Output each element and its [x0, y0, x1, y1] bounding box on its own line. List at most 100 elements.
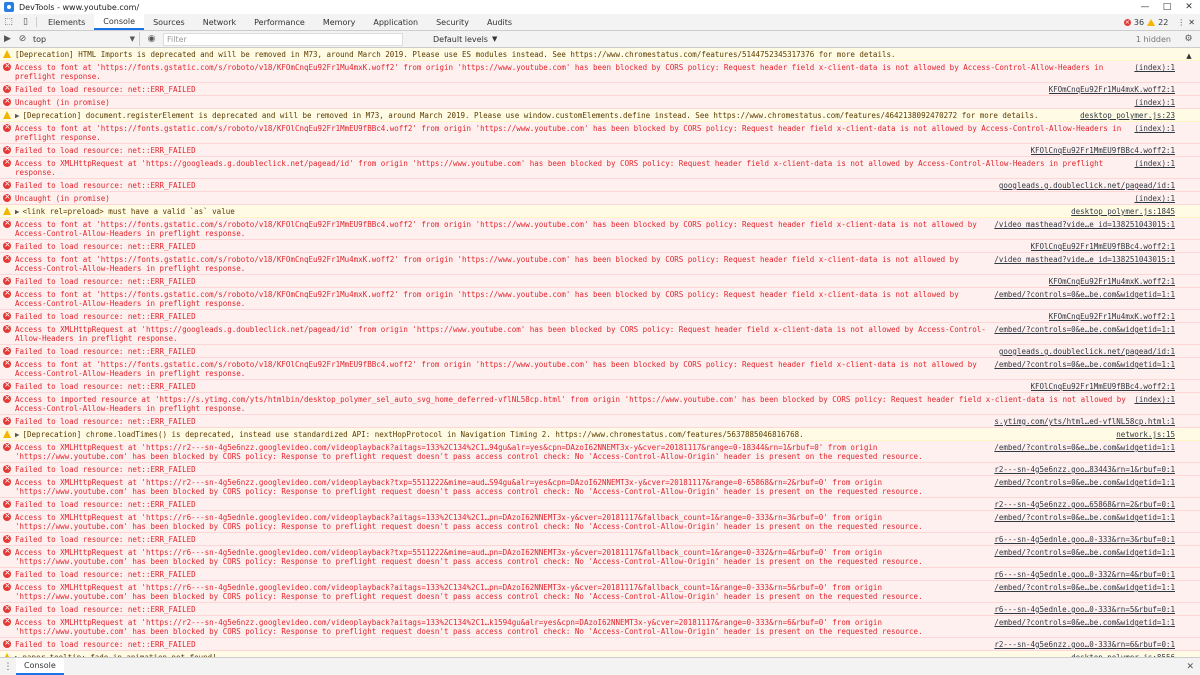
maximize-icon[interactable]: □ [1156, 0, 1178, 14]
tab-console[interactable]: Console [94, 14, 145, 30]
source-link[interactable]: /embed/?controls=0&e…be.com&widgetid=1:1 [994, 360, 1175, 369]
console-messages[interactable]: [Deprecation] HTML Imports is deprecated… [0, 48, 1200, 657]
source-link[interactable]: /video_masthead?vide…e_id=138251043015:1 [994, 220, 1175, 229]
source-link[interactable]: s.ytimg.com/yts/html…ed-vflNL58cp.html:1 [994, 417, 1175, 426]
log-levels-dropdown[interactable]: Default levels ▼ [433, 35, 497, 44]
message-text: Access to font at 'https://fonts.gstatic… [15, 63, 1104, 81]
filter-input[interactable] [163, 32, 403, 46]
message-text: Failed to load resource: net::ERR_FAILED [15, 535, 196, 544]
source-link[interactable]: /embed/?controls=0&e…be.com&widgetid=1:1 [994, 548, 1175, 557]
source-link[interactable]: KFOlCnqEu92Fr1MmEU9fBBc4.woff2:1 [1031, 146, 1176, 155]
tab-elements[interactable]: Elements [39, 14, 94, 30]
source-link[interactable]: KFOlCnqEu92Fr1MmEU9fBBc4.woff2:1 [1031, 242, 1176, 251]
source-link[interactable]: KFOmCnqEu92Fr1Mu4mxK.woff2:1 [1049, 277, 1175, 286]
device-toolbar-icon[interactable]: ▯ [17, 14, 34, 30]
console-message: Failed to load resource: net::ERR_FAILED… [0, 83, 1200, 96]
error-icon [3, 603, 11, 613]
source-link[interactable]: (index):1 [1134, 63, 1175, 72]
chevron-down-icon: ▼ [129, 35, 135, 43]
minimize-icon[interactable]: — [1134, 0, 1156, 14]
message-text: Failed to load resource: net::ERR_FAILED [15, 417, 196, 426]
source-link[interactable]: KFOmCnqEu92Fr1Mu4mxK.woff2:1 [1049, 312, 1175, 321]
source-link[interactable]: /embed/?controls=0&e…be.com&widgetid=1:1 [994, 325, 1175, 334]
more-options-icon[interactable]: ⋮ [1177, 18, 1185, 27]
source-link[interactable]: KFOmCnqEu92Fr1Mu4mxK.woff2:1 [1049, 85, 1175, 94]
close-drawer-icon[interactable]: ✕ [1186, 662, 1194, 672]
source-link[interactable]: (index):1 [1134, 194, 1175, 203]
show-sidebar-icon[interactable]: ▶ [0, 32, 15, 47]
settings-gear-icon[interactable]: ⚙ [1181, 32, 1196, 47]
source-link[interactable]: r2---sn-4g5e6nzz.goo…83443&rn=1&rbuf=0:1 [994, 465, 1175, 474]
source-link[interactable]: /video_masthead?vide…e_id=138251043015:1 [994, 255, 1175, 264]
tab-memory[interactable]: Memory [314, 14, 365, 30]
source-link[interactable]: r2---sn-4g5e6nzz.goo…0-333&rn=6&rbuf=0:1 [994, 640, 1175, 649]
source-link[interactable]: r6---sn-4g5ednle.goo…0-333&rn=3&rbuf=0:1 [994, 535, 1175, 544]
console-message: Failed to load resource: net::ERR_FAILED… [0, 533, 1200, 546]
scroll-up-arrow-icon[interactable]: ▲ [1184, 48, 1194, 64]
message-text: Failed to load resource: net::ERR_FAILED [15, 146, 196, 155]
source-link[interactable]: /embed/?controls=0&e…be.com&widgetid=1:1 [994, 513, 1175, 522]
error-icon [3, 358, 11, 368]
warning-icon [3, 50, 11, 58]
close-window-icon[interactable]: ✕ [1178, 0, 1200, 14]
source-link[interactable]: googleads.g.doubleclick.net/pagead/id:1 [999, 181, 1175, 190]
message-text: Failed to load resource: net::ERR_FAILED [15, 347, 196, 356]
tab-performance[interactable]: Performance [245, 14, 314, 30]
message-text: Access to imported resource at 'https://… [15, 395, 1126, 413]
source-link[interactable]: (index):1 [1134, 159, 1175, 168]
error-icon [3, 638, 11, 648]
tab-security[interactable]: Security [427, 14, 478, 30]
console-message: Access to XMLHttpRequest at 'https://r2-… [0, 616, 1200, 638]
message-text: Failed to load resource: net::ERR_FAILED [15, 465, 196, 474]
console-message: Access to XMLHttpRequest at 'https://r6-… [0, 581, 1200, 603]
source-link[interactable]: network.js:15 [1116, 430, 1175, 439]
context-selector[interactable]: top ▼ [30, 32, 140, 46]
source-link[interactable]: r6---sn-4g5ednle.goo…0-333&rn=5&rbuf=0:1 [994, 605, 1175, 614]
error-icon [3, 546, 11, 556]
source-link[interactable]: /embed/?controls=0&e…be.com&widgetid=1:1 [994, 583, 1175, 592]
expand-arrow-icon[interactable]: ▶ [15, 207, 20, 216]
error-icon [3, 323, 11, 333]
issue-counters[interactable]: × 36 22 ⋮ ✕ [1123, 14, 1200, 30]
devtools-tab-bar: ⬚ ▯ Elements Console Sources Network Perform… [0, 14, 1200, 31]
source-link[interactable]: /embed/?controls=0&e…be.com&widgetid=1:1 [994, 478, 1175, 487]
tab-network[interactable]: Network [194, 14, 245, 30]
console-scrollbar[interactable]: ▲ [1175, 48, 1200, 657]
message-text: Uncaught (in promise) [15, 98, 110, 107]
tab-application[interactable]: Application [364, 14, 427, 30]
inspect-element-icon[interactable]: ⬚ [0, 14, 17, 30]
close-devtools-icon[interactable]: ✕ [1188, 18, 1195, 27]
console-message: Failed to load resource: net::ERR_FAILED… [0, 275, 1200, 288]
error-icon [3, 61, 11, 71]
error-icon [3, 179, 11, 189]
expand-arrow-icon[interactable]: ▶ [15, 430, 20, 439]
error-icon [3, 288, 11, 298]
source-link[interactable]: r6---sn-4g5ednle.goo…0-332&rn=4&rbuf=0:1 [994, 570, 1175, 579]
source-link[interactable]: (index):1 [1134, 124, 1175, 133]
source-link[interactable]: /embed/?controls=0&e…be.com&widgetid=1:1 [994, 618, 1175, 627]
source-link[interactable]: googleads.g.doubleclick.net/pagead/id:1 [999, 347, 1175, 356]
source-link[interactable]: /embed/?controls=0&e…be.com&widgetid=1:1 [994, 290, 1175, 299]
source-link[interactable]: KFOlCnqEu92Fr1MmEU9fBBc4.woff2:1 [1031, 382, 1176, 391]
drawer-tab-console[interactable]: Console [16, 658, 64, 675]
warning-count-icon [1147, 18, 1156, 26]
source-link[interactable]: /embed/?controls=0&e…be.com&widgetid=1:1 [994, 443, 1175, 452]
drawer-menu-icon[interactable]: ⋮ [0, 662, 16, 672]
clear-console-icon[interactable]: ⊘ [15, 32, 30, 47]
source-link[interactable]: desktop_polymer.js:23 [1080, 111, 1175, 120]
console-message: Failed to load resource: net::ERR_FAILED… [0, 603, 1200, 616]
warning-icon [3, 207, 11, 215]
eye-icon[interactable]: ◉ [144, 32, 159, 47]
source-link[interactable]: desktop_polymer.js:1845 [1071, 207, 1175, 216]
tab-audits[interactable]: Audits [478, 14, 521, 30]
tab-sources[interactable]: Sources [144, 14, 194, 30]
hidden-count: 1 hidden [1135, 34, 1171, 44]
console-message: Access to font at 'https://fonts.gstatic… [0, 218, 1200, 240]
console-message: ▶ <link rel=preload> must have a valid `a… [0, 205, 1200, 218]
source-link[interactable]: r2---sn-4g5e6nzz.goo…65868&rn=2&rbuf=0:1 [994, 500, 1175, 509]
error-icon [3, 96, 11, 106]
source-link[interactable]: (index):1 [1134, 395, 1175, 404]
source-link[interactable]: (index):1 [1134, 98, 1175, 107]
expand-arrow-icon[interactable]: ▶ [15, 111, 20, 120]
message-text: Access to XMLHttpRequest at 'https://r2-… [15, 478, 923, 496]
